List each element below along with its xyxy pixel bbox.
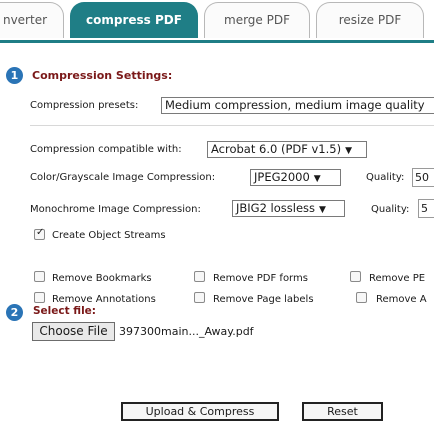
presets-label: Compression presets: bbox=[30, 100, 139, 111]
color-compression-label: Color/Grayscale Image Compression: bbox=[30, 172, 216, 183]
remove-bookmarks-checkbox[interactable] bbox=[34, 271, 45, 282]
remove-page-labels-label: Remove Page labels bbox=[213, 294, 314, 305]
chevron-down-icon: ▼ bbox=[313, 174, 321, 184]
color-compression-value: JPEG2000 bbox=[254, 170, 310, 184]
remove-page-labels-checkbox[interactable] bbox=[194, 292, 205, 303]
selected-file-name: 397300main..._Away.pdf bbox=[119, 325, 254, 338]
compat-value: Acrobat 6.0 (PDF v1.5) bbox=[211, 142, 342, 156]
create-object-streams-label: Create Object Streams bbox=[52, 230, 166, 241]
step-2-badge: 2 bbox=[6, 304, 23, 321]
remove-a-checkbox[interactable] bbox=[356, 292, 367, 303]
presets-value: Medium compression, medium image quality bbox=[165, 98, 425, 112]
compat-select[interactable]: Acrobat 6.0 (PDF v1.5) ▼ bbox=[207, 141, 367, 158]
upload-compress-button[interactable]: Upload & Compress bbox=[121, 402, 279, 421]
tab-converter[interactable]: nverter bbox=[0, 2, 64, 38]
remove-annotations-checkbox[interactable] bbox=[34, 292, 45, 303]
mono-quality-input[interactable]: 5 bbox=[418, 199, 434, 218]
tab-resize-pdf[interactable]: resize PDF bbox=[316, 2, 424, 38]
compat-label: Compression compatible with: bbox=[30, 144, 182, 155]
color-quality-label: Quality: bbox=[366, 172, 405, 183]
divider bbox=[30, 125, 434, 126]
reset-button[interactable]: Reset bbox=[302, 402, 383, 421]
mono-quality-label: Quality: bbox=[371, 204, 410, 215]
remove-pdf-forms-label: Remove PDF forms bbox=[213, 273, 308, 284]
remove-pdf-forms-checkbox[interactable] bbox=[194, 271, 205, 282]
chevron-down-icon: ▼ bbox=[319, 205, 326, 215]
choose-file-button[interactable]: Choose File bbox=[32, 322, 115, 341]
color-quality-input[interactable]: 50 bbox=[412, 168, 434, 187]
mono-compression-label: Monochrome Image Compression: bbox=[30, 204, 201, 215]
mono-compression-value: JBIG2 lossless bbox=[236, 201, 316, 215]
remove-bookmarks-label: Remove Bookmarks bbox=[52, 273, 152, 284]
step-1-badge: 1 bbox=[6, 67, 23, 84]
compression-settings-title: Compression Settings: bbox=[32, 69, 173, 82]
tab-bar: nverter compress PDF merge PDF resize PD… bbox=[0, 0, 434, 43]
chevron-down-icon: ▼ bbox=[345, 146, 353, 156]
tab-merge-pdf[interactable]: merge PDF bbox=[204, 2, 310, 38]
color-compression-select[interactable]: JPEG2000 ▼ bbox=[250, 169, 341, 186]
create-object-streams-checkbox[interactable] bbox=[34, 227, 45, 240]
tab-compress-pdf[interactable]: compress PDF bbox=[70, 2, 198, 38]
select-file-title: Select file: bbox=[33, 305, 97, 317]
remove-pe-checkbox[interactable] bbox=[350, 271, 361, 282]
presets-select[interactable]: Medium compression, medium image quality bbox=[161, 97, 434, 114]
remove-pe-label: Remove PE bbox=[369, 273, 426, 284]
mono-compression-select[interactable]: JBIG2 lossless ▼ bbox=[232, 200, 345, 217]
remove-annotations-label: Remove Annotations bbox=[52, 294, 156, 305]
remove-a-label: Remove A bbox=[376, 294, 427, 305]
